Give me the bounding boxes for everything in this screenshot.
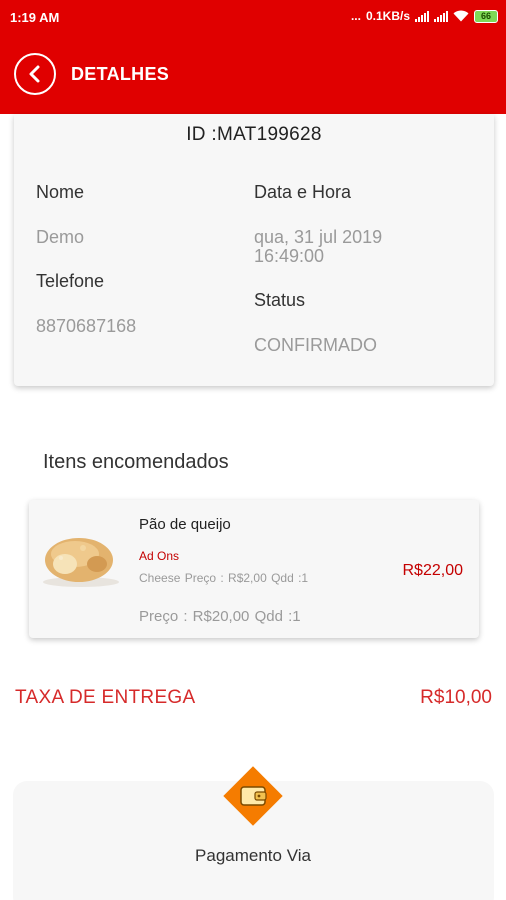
signal-icon-2 bbox=[434, 10, 448, 22]
addon-line: Cheese Preço : R$2,00 Qdd :1 bbox=[139, 571, 309, 585]
name-label: Nome bbox=[36, 182, 85, 202]
datetime-label: Data e Hora bbox=[254, 182, 352, 202]
cheese-bread-image bbox=[43, 538, 119, 587]
item-name: Pão de queijo bbox=[139, 516, 231, 533]
items-section-title: Itens encomendados bbox=[43, 451, 229, 473]
order-item-card[interactable]: Pão de queijo Ad Ons Cheese Preço : R$2,… bbox=[29, 500, 479, 638]
order-id: ID :MAT199628 bbox=[186, 124, 322, 145]
datetime-date: qua, 31 jul 2019 bbox=[254, 227, 383, 247]
wallet-icon bbox=[223, 766, 283, 826]
status-icons: ... 0.1KB/s 66 bbox=[351, 9, 498, 23]
name-value: Demo bbox=[36, 227, 85, 247]
status-label: Status bbox=[254, 290, 306, 310]
signal-icon bbox=[415, 10, 429, 22]
delivery-fee-label: TAXA DE ENTREGA bbox=[15, 687, 196, 708]
datetime-time: 16:49:00 bbox=[254, 246, 325, 266]
app-bar: DETALHES bbox=[0, 34, 506, 114]
wifi-icon bbox=[453, 10, 469, 22]
delivery-fee-value: R$10,00 bbox=[420, 687, 492, 708]
status-dots: ... bbox=[350, 9, 361, 23]
addons-label: Ad Ons bbox=[139, 549, 180, 563]
battery-icon: 66 bbox=[474, 9, 498, 23]
page-title: DETALHES bbox=[71, 64, 170, 84]
status-value: CONFIRMADO bbox=[254, 335, 377, 355]
network-speed: 0.1KB/s bbox=[365, 9, 410, 23]
phone-value: 8870687168 bbox=[36, 316, 137, 336]
status-bar: 1:19 AM ... 0.1KB/s 66 bbox=[0, 0, 506, 34]
chevron-left-icon bbox=[29, 65, 40, 83]
payment-title: Pagamento Via bbox=[195, 846, 311, 865]
status-time: 1:19 AM bbox=[10, 10, 60, 25]
phone-label: Telefone bbox=[36, 271, 105, 291]
item-total: R$22,00 bbox=[402, 562, 464, 579]
order-info-card: ID :MAT199628 Nome Demo Telefone 8870687… bbox=[14, 114, 494, 386]
back-button[interactable] bbox=[14, 53, 56, 95]
item-price-line: Preço : R$20,00 Qdd :1 bbox=[139, 608, 301, 625]
